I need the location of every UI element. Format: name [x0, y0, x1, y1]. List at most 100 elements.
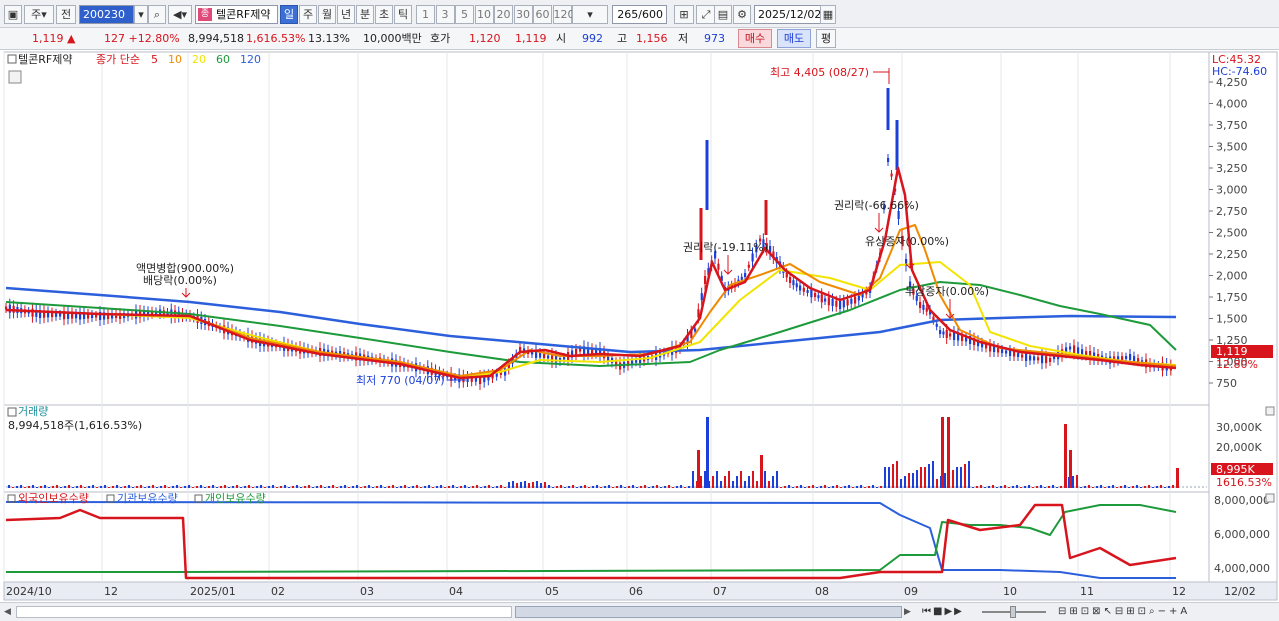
period-select[interactable]: 주▾ — [24, 5, 54, 24]
x-label-9: 08 — [815, 585, 829, 598]
price-tick-0: 4,250 — [1216, 76, 1248, 89]
volume-bar — [1112, 485, 1114, 488]
candle-body — [949, 333, 952, 337]
chart-type-icon[interactable]: ⊞ — [674, 5, 694, 24]
volume-bar — [432, 487, 434, 488]
volume-bar — [964, 464, 966, 488]
interval-tab-7[interactable]: 120 — [552, 5, 575, 24]
chart-tools-icons[interactable]: ⊟⊞⊡⊠↖⊟⊞⊡⌕−+A — [1058, 605, 1276, 619]
scroll-thumb[interactable] — [515, 606, 902, 618]
holder-y-ticks: 8,000,000 6,000,000 4,000,000 — [1214, 494, 1270, 575]
x-label-8: 07 — [713, 585, 727, 598]
interval-dropdown[interactable]: ▾ — [572, 5, 608, 24]
buy-button[interactable]: 매수 — [738, 29, 772, 48]
scroll-track[interactable] — [16, 606, 512, 618]
volume-bar — [1132, 486, 1134, 488]
gear-icon[interactable]: ⚙ — [733, 5, 751, 24]
chart-area[interactable]: 텔콘RF제약 종가 단순 5 10 20 60 120 LC:45.32 HC:-74.… — [0, 50, 1279, 602]
volume-bar — [880, 486, 882, 488]
volume-bar — [84, 487, 86, 488]
volume-bar — [1048, 486, 1050, 488]
prev-button[interactable]: 전 — [56, 5, 76, 24]
interval-tab-3[interactable]: 10 — [474, 5, 494, 24]
interval-tab-1[interactable]: 3 — [435, 5, 455, 24]
stock-name-field[interactable]: 종 텔콘RF제약 — [195, 5, 278, 24]
volume-bar — [64, 486, 66, 488]
volume-bar — [820, 486, 822, 488]
period-tab-4[interactable]: 분 — [356, 5, 374, 24]
price-tick-4: 3,250 — [1216, 162, 1248, 175]
holder-legend-2: 개인보유수량 — [205, 492, 266, 505]
playback-controls-icon[interactable]: ⏮■▶▶ — [922, 605, 980, 619]
indicator-icon[interactable]: ⤢ — [696, 5, 716, 24]
volume-bar — [308, 485, 310, 488]
volume-bar — [60, 487, 62, 488]
eval-button[interactable]: 평 — [816, 29, 836, 48]
holder-panel-close-icon[interactable] — [1265, 493, 1275, 503]
scroll-right-icon[interactable]: ▶ — [904, 605, 918, 619]
up-arrow-icon: ▲ — [67, 32, 76, 45]
date-field[interactable]: 2025/12/02 — [754, 5, 822, 24]
candle-body — [820, 294, 823, 303]
interval-tab-6[interactable]: 60 — [533, 5, 552, 24]
save-icon[interactable]: ▤ — [714, 5, 732, 24]
volume-bar — [164, 485, 166, 488]
window-menu-icon[interactable]: ▣ — [4, 5, 22, 24]
period-tab-0[interactable]: 일 — [280, 5, 298, 24]
candle-body — [806, 290, 809, 293]
volume-bar — [460, 486, 462, 488]
volume-bar — [404, 485, 406, 488]
interval-tab-4[interactable]: 20 — [494, 5, 513, 24]
volume-panel-close-icon[interactable] — [1265, 406, 1275, 416]
search-icon[interactable]: ⌕ — [148, 5, 166, 24]
volume-bar — [264, 487, 266, 488]
volume-bar — [52, 486, 54, 488]
volume-spike — [760, 455, 763, 488]
volume-bar — [136, 486, 138, 488]
volume-bar — [296, 485, 298, 488]
volume-bar — [392, 485, 394, 488]
code-dropdown-icon[interactable]: ▾ — [134, 5, 148, 24]
zoom-slider-handle[interactable] — [1010, 606, 1016, 618]
candle-body — [1013, 351, 1016, 357]
bar-count-field[interactable]: 265/600 — [612, 5, 667, 24]
price-tick-5: 3,000 — [1216, 184, 1248, 197]
candle-body — [887, 158, 890, 162]
volume-bar — [628, 486, 630, 488]
volume-bar — [972, 487, 974, 488]
bottom-scrollbar[interactable]: ◀ ▶ ⏮■▶▶ ⊟⊞⊡⊠↖⊟⊞⊡⌕−+A — [0, 602, 1279, 621]
interval-tab-2[interactable]: 5 — [455, 5, 474, 24]
volume-bar — [344, 485, 346, 488]
change-pct-value: +12.80% — [128, 32, 180, 45]
calendar-icon[interactable]: ▦ — [820, 5, 836, 24]
period-tab-5[interactable]: 초 — [375, 5, 393, 24]
period-tab-1[interactable]: 주 — [299, 5, 317, 24]
chart-svg[interactable]: 텔콘RF제약 종가 단순 5 10 20 60 120 LC:45.32 HC:-74.… — [0, 50, 1279, 602]
sound-icon[interactable]: ◀▾ — [168, 5, 192, 24]
volume-panel[interactable] — [3, 404, 1210, 493]
volume-bar — [604, 486, 606, 488]
stock-type-badge: 종 — [198, 8, 212, 21]
x-label-0: 2024/10 — [6, 585, 52, 598]
table-icon[interactable] — [8, 70, 22, 84]
scroll-left-icon[interactable]: ◀ — [4, 605, 14, 619]
period-tab-6[interactable]: 틱 — [394, 5, 412, 24]
volume-bar — [784, 486, 786, 488]
candle-body — [59, 313, 62, 317]
volume-bar — [328, 486, 330, 488]
interval-tab-0[interactable]: 1 — [416, 5, 435, 24]
interval-tab-5[interactable]: 30 — [513, 5, 533, 24]
volume-bar — [140, 485, 142, 488]
sell-button[interactable]: 매도 — [777, 29, 811, 48]
volume-bar — [372, 487, 374, 488]
volume-bar — [436, 486, 438, 488]
stock-code-input[interactable]: 200230 — [79, 5, 134, 24]
volume-bar — [936, 479, 938, 488]
volume-bar — [332, 485, 334, 488]
candle-body — [846, 299, 849, 306]
volume-bar — [288, 487, 290, 488]
bid-value: 1,119 — [515, 32, 547, 45]
volume-bar — [188, 485, 190, 488]
period-tab-3[interactable]: 년 — [337, 5, 355, 24]
period-tab-2[interactable]: 월 — [318, 5, 336, 24]
